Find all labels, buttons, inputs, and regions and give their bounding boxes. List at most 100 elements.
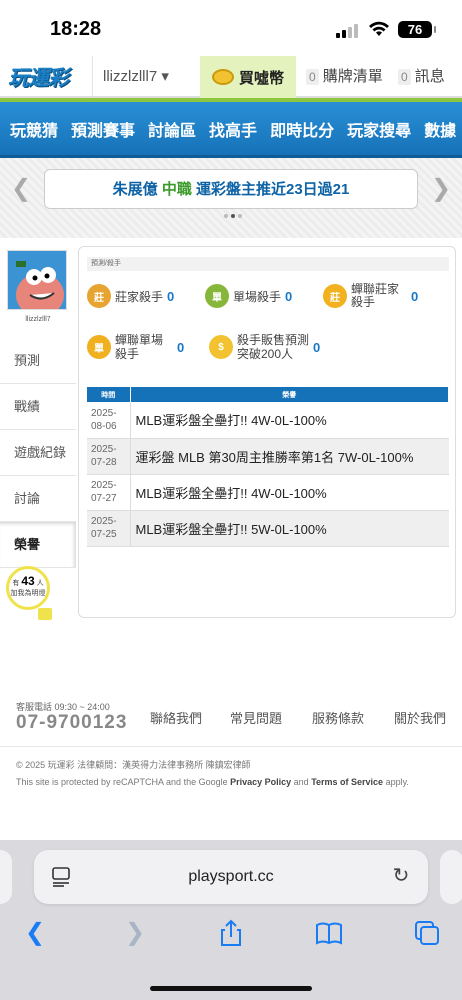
announcement-text: 運彩盤主推近23日過21 — [196, 181, 350, 198]
footer-link-about[interactable]: 關於我們 — [394, 708, 456, 727]
menu-item-find-experts[interactable]: 找高手 — [209, 117, 257, 141]
buy-coins-button[interactable]: 買噓幣 — [200, 56, 296, 98]
cart-count-badge: 0 — [306, 69, 319, 85]
row-honor-title: MLB運彩盤全壘打!! 5W-0L-100% — [130, 510, 449, 547]
main-menu: 玩競猜 預測賽事 討論區 找高手 即時比分 玩家搜尋 數據 — [0, 102, 462, 158]
messages-label: 訊息 — [414, 68, 445, 85]
buy-coins-label: 買噓幣 — [238, 69, 284, 87]
profile-username: llizzlzlll7 — [25, 316, 51, 323]
badge-row-1: 莊 莊家殺手 0 單 單場殺手 0 莊 蟬聯莊家殺手 0 — [87, 283, 449, 309]
badge-count: 0 — [167, 288, 175, 304]
back-icon[interactable]: ❮ — [20, 918, 50, 948]
row-honor-title: 運彩盤 MLB 第30周主推勝率第1名 7W-0L-100% — [130, 438, 449, 475]
column-header-time: 時間 — [87, 387, 131, 402]
side-tab-honors[interactable]: 榮譽 — [0, 522, 76, 568]
side-tab-discussion[interactable]: 討論 — [0, 476, 76, 522]
banker-killer-medal-icon: 莊 — [87, 284, 111, 308]
side-tab-predictions[interactable]: 預測 — [0, 338, 76, 384]
bookmarks-icon[interactable] — [314, 918, 344, 948]
menu-item-data[interactable]: 數據 — [424, 117, 456, 141]
avatar[interactable] — [7, 250, 67, 310]
single-killer-medal-icon: 單 — [205, 284, 229, 308]
badge-killer-sales: $ 殺手販售預測突破200人 0 — [209, 333, 349, 361]
row-date: 2025- 08-06 — [87, 402, 131, 439]
consecutive-single-medal-icon: 單 — [87, 335, 111, 359]
menu-item-forum[interactable]: 討論區 — [148, 117, 196, 141]
followers-bulb[interactable]: 有 43 人 加我為明燈 — [6, 566, 50, 610]
footer-link-faq[interactable]: 常見問題 — [230, 708, 312, 727]
cart-link[interactable]: 0 購牌清單 — [306, 56, 383, 98]
table-row: 2025- 07-28 運彩盤 MLB 第30周主推勝率第1名 7W-0L-100… — [87, 438, 449, 475]
announcement-carousel: ❮ 朱展億 中職 運彩盤主推近23日過21 ❯ — [0, 158, 462, 238]
user-dropdown[interactable]: llizzlzlll7 ▾ — [92, 56, 179, 98]
badge-count: 0 — [411, 288, 419, 304]
signal-icon — [336, 24, 358, 38]
menu-item-predictions[interactable]: 預測賽事 — [71, 117, 135, 141]
privacy-policy-link[interactable]: Privacy Policy — [230, 777, 291, 787]
followers-caption: 加我為明燈 — [10, 590, 46, 597]
service-phone[interactable]: 07-9700123 — [16, 712, 127, 734]
badge-label: 殺手販售預測突破200人 — [237, 333, 310, 361]
recaptcha-apply: apply. — [383, 777, 409, 787]
footer-divider — [0, 746, 462, 747]
copyright: © 2025 玩運彩 法律顧問：漢英得力法律事務所 陳鎮宏律師 — [16, 760, 251, 770]
carousel-next-button[interactable]: ❯ — [428, 174, 454, 204]
announcement-league: 中職 — [161, 181, 192, 198]
recaptcha-notice: This site is protected by reCAPTCHA and … — [16, 777, 409, 787]
row-honor-title: MLB運彩盤全壘打!! 4W-0L-100% — [130, 402, 449, 439]
side-tab-game-log[interactable]: 遊戲紀錄 — [0, 430, 76, 476]
messages-link[interactable]: 0 訊息 — [398, 56, 445, 98]
site-header: 玩運彩 llizzlzlll7 ▾ 買噓幣 0 購牌清單 0 訊息 — [0, 56, 462, 98]
cart-label: 購牌清單 — [322, 68, 383, 85]
row-honor-title: MLB運彩盤全壘打!! 4W-0L-100% — [130, 474, 449, 511]
side-tab-record[interactable]: 戰績 — [0, 384, 76, 430]
table-row: 2025- 07-25 MLB運彩盤全壘打!! 5W-0L-100% — [87, 510, 449, 547]
next-tab-preview[interactable] — [440, 850, 462, 904]
share-icon[interactable] — [216, 918, 246, 948]
home-indicator — [150, 986, 312, 991]
status-time: 18:28 — [50, 18, 102, 40]
footer-link-contact[interactable]: 聯絡我們 — [150, 708, 230, 727]
prev-tab-preview[interactable] — [0, 850, 12, 904]
badge-label: 單場殺手 — [233, 289, 282, 304]
announcement-name: 朱展億 — [112, 181, 158, 198]
forward-icon[interactable]: ❯ — [120, 918, 150, 948]
badge-row-2: 單 蟬聯單場殺手 0 $ 殺手販售預測突破200人 0 — [87, 333, 449, 361]
avatar-image — [8, 251, 66, 309]
recaptcha-text: This site is protected by reCAPTCHA and … — [16, 777, 231, 787]
menu-item-player-search[interactable]: 玩家搜尋 — [347, 117, 411, 141]
badge-label: 蟬聯單場殺手 — [115, 333, 164, 361]
consecutive-banker-medal-icon: 莊 — [323, 284, 347, 308]
profile-menu: 預測 戰績 遊戲紀錄 討論 榮譽 — [0, 338, 76, 568]
carousel-dots — [224, 214, 242, 218]
announcement-item[interactable]: 朱展億 中職 運彩盤主推近23日過21 — [44, 169, 418, 209]
breadcrumb: 預測/殺手 — [87, 257, 449, 271]
battery-icon: 76 — [398, 21, 436, 38]
badge-count: 0 — [177, 339, 185, 355]
honors-table: 時間 榮譽 2025- 08-06 MLB運彩盤全壘打!! 4W-0L-100% … — [87, 387, 449, 547]
row-date: 2025- 07-25 — [87, 510, 131, 547]
menu-item-live-scores[interactable]: 即時比分 — [270, 117, 334, 141]
site-logo[interactable]: 玩運彩 — [8, 62, 69, 92]
badge-count: 0 — [285, 288, 293, 304]
terms-of-service-link[interactable]: Terms of Service — [311, 777, 383, 787]
badge-banker-killer: 莊 莊家殺手 0 — [87, 283, 205, 309]
followers-prefix: 有 — [12, 580, 20, 587]
row-date: 2025- 07-27 — [87, 474, 131, 511]
badge-single-killer: 單 單場殺手 0 — [205, 283, 323, 309]
table-row: 2025- 08-06 MLB運彩盤全壘打!! 4W-0L-100% — [87, 402, 449, 439]
badge-consecutive-banker: 莊 蟬聯莊家殺手 0 — [323, 283, 449, 309]
messages-count-badge: 0 — [398, 69, 411, 85]
badge-consecutive-single: 單 蟬聯單場殺手 0 — [87, 333, 209, 361]
table-row: 2025- 07-27 MLB運彩盤全壘打!! 4W-0L-100% — [87, 474, 449, 511]
footer-link-terms[interactable]: 服務條款 — [312, 708, 394, 727]
badge-label: 蟬聯莊家殺手 — [351, 282, 400, 309]
followers-suffix: 人 — [36, 580, 44, 587]
recaptcha-and: and — [291, 777, 312, 787]
menu-item-play-guess[interactable]: 玩競猜 — [10, 117, 58, 141]
tabs-icon[interactable] — [412, 918, 442, 948]
carousel-prev-button[interactable]: ❮ — [8, 174, 34, 204]
reload-icon[interactable]: ↻ — [390, 865, 412, 887]
address-bar[interactable]: playsport.cc ↻ — [34, 850, 428, 904]
column-header-honor: 榮譽 — [130, 387, 449, 402]
